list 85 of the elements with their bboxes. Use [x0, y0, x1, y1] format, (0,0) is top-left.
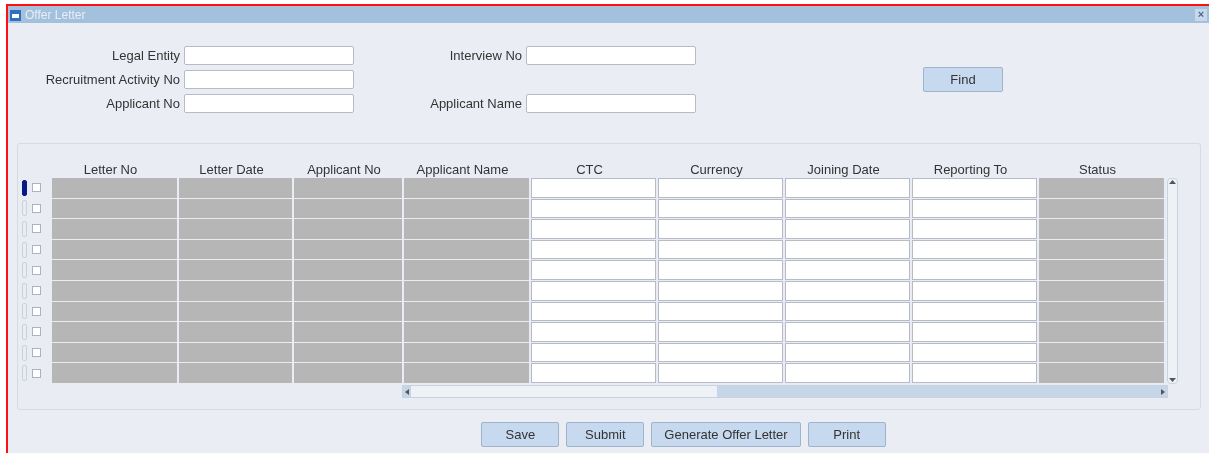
input-cell[interactable] — [912, 280, 1037, 301]
input-cell[interactable] — [912, 198, 1037, 219]
column-header: Letter No — [82, 161, 139, 177]
input-cell[interactable] — [531, 260, 656, 280]
input-cell[interactable] — [912, 363, 1037, 383]
action-button[interactable]: Print — [807, 422, 886, 447]
input-cell[interactable] — [912, 178, 1037, 198]
row-checkbox[interactable] — [32, 327, 41, 337]
input-cell[interactable] — [785, 280, 910, 301]
input-cell[interactable] — [785, 239, 910, 260]
scroll-thumb[interactable] — [411, 386, 717, 397]
input-cell[interactable] — [912, 219, 1037, 239]
left-arrow-icon[interactable] — [403, 387, 411, 396]
text-field[interactable] — [184, 69, 354, 89]
close-button[interactable]: × — [1195, 8, 1207, 21]
row-checkbox[interactable] — [32, 348, 41, 358]
action-button[interactable]: Generate Offer Letter — [651, 422, 801, 447]
text-field[interactable] — [526, 93, 696, 113]
column-header: Applicant No — [306, 161, 382, 177]
row-checkbox[interactable] — [32, 306, 41, 316]
input-cell[interactable] — [531, 239, 656, 260]
action-button[interactable]: Submit — [566, 422, 645, 447]
input-cell[interactable] — [785, 363, 910, 383]
horizontal-scrollbar[interactable] — [402, 385, 1168, 398]
text-field[interactable] — [184, 45, 354, 65]
row-checkbox[interactable] — [32, 265, 41, 275]
input-cell[interactable] — [912, 260, 1037, 280]
column-header: CTC — [575, 161, 604, 177]
input-cell[interactable] — [658, 219, 783, 239]
row-checkbox[interactable] — [32, 183, 41, 193]
input-cell[interactable] — [531, 342, 656, 363]
input-cell[interactable] — [912, 322, 1037, 342]
input-cell[interactable] — [658, 342, 783, 363]
input-cell[interactable] — [658, 301, 783, 322]
row-checkbox[interactable] — [32, 368, 41, 378]
input-cell[interactable] — [785, 198, 910, 219]
input-cell[interactable] — [531, 363, 656, 383]
input-cell[interactable] — [531, 301, 656, 322]
record-indicator[interactable] — [22, 179, 27, 196]
column-header: Currency — [689, 161, 744, 177]
row-checkbox[interactable] — [32, 245, 41, 255]
input-cell[interactable] — [658, 322, 783, 342]
input-cell[interactable] — [531, 178, 656, 198]
input-cell[interactable] — [658, 280, 783, 301]
input-cell[interactable] — [658, 363, 783, 383]
form-icon — [10, 8, 21, 21]
input-cell[interactable] — [531, 322, 656, 342]
row-checkbox[interactable] — [32, 286, 41, 296]
vertical-scrollbar[interactable] — [1167, 178, 1178, 384]
field-label: Recruitment Activity No — [44, 71, 180, 87]
input-cell[interactable] — [785, 322, 910, 342]
find-button[interactable]: Find — [923, 66, 1003, 92]
row-checkbox[interactable] — [32, 203, 41, 213]
column-header: Reporting To — [932, 161, 1009, 177]
input-cell[interactable] — [785, 178, 910, 198]
field-label: Interview No — [448, 47, 522, 63]
column-header: Letter Date — [198, 161, 265, 177]
field-label: Legal Entity — [111, 47, 180, 63]
input-cell[interactable] — [785, 301, 910, 322]
field-label: Applicant No — [105, 95, 180, 111]
right-arrow-icon[interactable] — [1159, 387, 1167, 396]
text-field[interactable] — [184, 93, 354, 113]
input-cell[interactable] — [785, 219, 910, 239]
text-field[interactable] — [526, 45, 696, 65]
down-arrow-icon[interactable] — [1169, 377, 1176, 383]
input-cell[interactable] — [658, 178, 783, 198]
input-cell[interactable] — [531, 280, 656, 301]
input-cell[interactable] — [912, 342, 1037, 363]
up-arrow-icon[interactable] — [1169, 179, 1176, 185]
input-cell[interactable] — [785, 342, 910, 363]
input-cell[interactable] — [658, 239, 783, 260]
column-header: Joining Date — [806, 161, 881, 177]
input-cell[interactable] — [531, 219, 656, 239]
input-cell[interactable] — [658, 198, 783, 219]
column-header: Applicant Name — [415, 161, 510, 177]
window-title: Offer Letter — [25, 7, 87, 22]
column-header: Status — [1078, 161, 1117, 177]
input-cell[interactable] — [531, 198, 656, 219]
field-label: Applicant Name — [429, 95, 522, 111]
input-cell[interactable] — [912, 301, 1037, 322]
action-button[interactable]: Save — [481, 422, 560, 447]
input-cell[interactable] — [785, 260, 910, 280]
input-cell[interactable] — [912, 239, 1037, 260]
input-cell[interactable] — [658, 260, 783, 280]
row-checkbox[interactable] — [32, 224, 41, 234]
